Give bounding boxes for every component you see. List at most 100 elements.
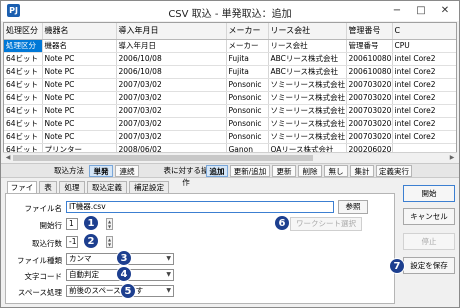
table-cell[interactable]: 2007030202 — [346, 91, 393, 105]
table-cell[interactable]: 64ビット — [4, 117, 43, 131]
table-cell[interactable]: Note PC — [42, 117, 117, 131]
table-cell[interactable]: Fujita — [226, 52, 269, 66]
tab-process[interactable]: 処理 — [59, 181, 85, 193]
tab-import-definition[interactable]: 取込定義 — [87, 181, 127, 193]
table-cell[interactable]: 導入年月日 — [116, 39, 227, 53]
table-cell[interactable]: メーカー — [226, 39, 269, 53]
table-row[interactable]: 64ビット Note PC 2007/03/02 Ponsonic ソミーリース株式会社… — [4, 117, 456, 131]
table-cell[interactable]: 64ビット — [4, 130, 43, 144]
start-button[interactable]: 開始 — [403, 185, 455, 202]
delete-button[interactable]: 削除 — [298, 165, 322, 177]
worksheet-select-button[interactable]: ワークシート選択 — [290, 217, 362, 231]
start-row-stepper[interactable]: ▲ ▼ — [106, 218, 113, 230]
column-header[interactable]: 導入年月日 — [116, 23, 227, 40]
minimize-button[interactable]: − — [385, 1, 409, 21]
table-cell[interactable]: intel Core2 — [392, 104, 456, 118]
scrollbar-thumb[interactable] — [13, 155, 313, 161]
table-cell[interactable]: 2007/03/02 — [116, 117, 227, 131]
continuous-button[interactable]: 連続 — [115, 165, 139, 177]
table-row[interactable]: 64ビット Note PC 2006/10/08 Fujita ABCリース株式会社 20… — [4, 52, 456, 66]
table-row[interactable]: 64ビット Note PC 2007/03/02 Ponsonic ソミーリース株式会社… — [4, 104, 456, 118]
table-row[interactable]: 64ビット Note PC 2007/03/02 Ponsonic ソミーリース株式会社… — [4, 78, 456, 92]
table-row[interactable]: 処理区分 機器名 導入年月日 メーカー リース会社 管理番号 CPU — [4, 39, 456, 53]
row-count-stepper[interactable]: ▲ ▼ — [106, 236, 113, 248]
maximize-button[interactable]: □ — [409, 1, 433, 21]
add-button[interactable]: 追加 — [206, 165, 228, 177]
data-grid[interactable]: 処理区分 機器名 導入年月日 メーカー リース会社 管理番号 C 処理区分 機器名… — [3, 22, 457, 162]
table-cell[interactable]: 2007030201 — [346, 78, 393, 92]
tab-table[interactable]: 表 — [39, 181, 57, 193]
single-button[interactable]: 単発 — [89, 165, 113, 177]
column-header[interactable]: C — [392, 23, 456, 40]
table-row[interactable]: 64ビット Note PC 2007/03/02 Ponsonic ソミーリース株式会社… — [4, 91, 456, 105]
table-cell[interactable]: Fujita — [226, 65, 269, 79]
scroll-left-icon[interactable]: ◀ — [3, 153, 13, 163]
column-header[interactable]: 管理番号 — [346, 23, 393, 40]
table-cell[interactable]: Note PC — [42, 91, 117, 105]
table-cell[interactable]: CPU — [392, 39, 456, 53]
cancel-button[interactable]: キャンセル — [403, 208, 455, 225]
table-cell[interactable]: ABCリース株式会社 — [268, 52, 347, 66]
column-header[interactable]: リース会社 — [268, 23, 347, 40]
table-cell[interactable]: 2006100801 — [346, 52, 393, 66]
table-cell[interactable]: intel Core2 — [392, 65, 456, 79]
table-cell[interactable]: 2007030204 — [346, 117, 393, 131]
table-cell[interactable]: ソミーリース株式会社 — [268, 117, 347, 131]
table-cell[interactable]: 64ビット — [4, 104, 43, 118]
table-cell[interactable]: 処理区分 — [4, 39, 43, 53]
table-cell[interactable]: 2007030205 — [346, 130, 393, 144]
table-cell[interactable]: Ponsonic — [226, 117, 269, 131]
update-add-button[interactable]: 更新/追加 — [230, 165, 270, 177]
table-cell[interactable]: Note PC — [42, 104, 117, 118]
table-cell[interactable]: Note PC — [42, 78, 117, 92]
row-count-input[interactable]: -1 — [66, 236, 78, 248]
tab-supplementary-settings[interactable]: 補足設定 — [129, 181, 169, 193]
table-cell[interactable]: ABCリース株式会社 — [268, 65, 347, 79]
table-cell[interactable]: 2006/10/08 — [116, 65, 227, 79]
table-cell[interactable]: intel Core2 — [392, 130, 456, 144]
table-cell[interactable]: Note PC — [42, 52, 117, 66]
stop-button[interactable]: 停止 — [403, 233, 455, 250]
horizontal-scrollbar[interactable]: ◀ ▶ — [3, 152, 457, 162]
table-cell[interactable]: 2007/03/02 — [116, 91, 227, 105]
browse-button[interactable]: 参照 — [338, 200, 368, 214]
table-cell[interactable]: 2007/03/02 — [116, 104, 227, 118]
column-header[interactable]: メーカー — [226, 23, 269, 40]
table-cell[interactable]: 2006100802 — [346, 65, 393, 79]
table-cell[interactable]: Ponsonic — [226, 104, 269, 118]
table-cell[interactable]: 64ビット — [4, 65, 43, 79]
none-button[interactable]: 無し — [324, 165, 348, 177]
table-row[interactable]: 64ビット Note PC 2006/10/08 Fujita ABCリース株式会社 20… — [4, 65, 456, 79]
table-cell[interactable]: ソミーリース株式会社 — [268, 104, 347, 118]
filename-input[interactable]: IT機器.csv — [66, 201, 334, 213]
aggregate-button[interactable]: 集計 — [350, 165, 374, 177]
table-cell[interactable]: 機器名 — [42, 39, 117, 53]
table-cell[interactable]: ソミーリース株式会社 — [268, 91, 347, 105]
table-cell[interactable]: 2007/03/02 — [116, 130, 227, 144]
scheduled-run-button[interactable]: 定義実行 — [376, 165, 412, 177]
table-cell[interactable]: intel Core2 — [392, 117, 456, 131]
table-cell[interactable]: Note PC — [42, 130, 117, 144]
close-button[interactable]: ✕ — [433, 1, 457, 21]
table-cell[interactable]: Ponsonic — [226, 78, 269, 92]
table-cell[interactable]: Ponsonic — [226, 91, 269, 105]
table-cell[interactable]: 2007/03/02 — [116, 78, 227, 92]
table-cell[interactable]: リース会社 — [268, 39, 347, 53]
table-cell[interactable]: Note PC — [42, 65, 117, 79]
column-header[interactable]: 処理区分 — [4, 23, 43, 40]
table-cell[interactable]: intel Core2 — [392, 52, 456, 66]
table-cell[interactable]: 64ビット — [4, 78, 43, 92]
save-settings-button[interactable]: 設定を保存 — [403, 257, 455, 274]
table-cell[interactable]: intel Core2 — [392, 78, 456, 92]
table-cell[interactable]: intel Core2 — [392, 91, 456, 105]
table-cell[interactable]: 64ビット — [4, 52, 43, 66]
scroll-right-icon[interactable]: ▶ — [447, 153, 457, 163]
start-row-input[interactable]: 1 — [66, 218, 78, 230]
column-header[interactable]: 機器名 — [42, 23, 117, 40]
table-cell[interactable]: 2007030203 — [346, 104, 393, 118]
update-button[interactable]: 更新 — [272, 165, 296, 177]
table-cell[interactable]: 管理番号 — [346, 39, 393, 53]
table-cell[interactable]: ソミーリース株式会社 — [268, 130, 347, 144]
table-row[interactable]: 64ビット Note PC 2007/03/02 Ponsonic ソミーリース株式会社… — [4, 130, 456, 144]
table-cell[interactable]: Ponsonic — [226, 130, 269, 144]
